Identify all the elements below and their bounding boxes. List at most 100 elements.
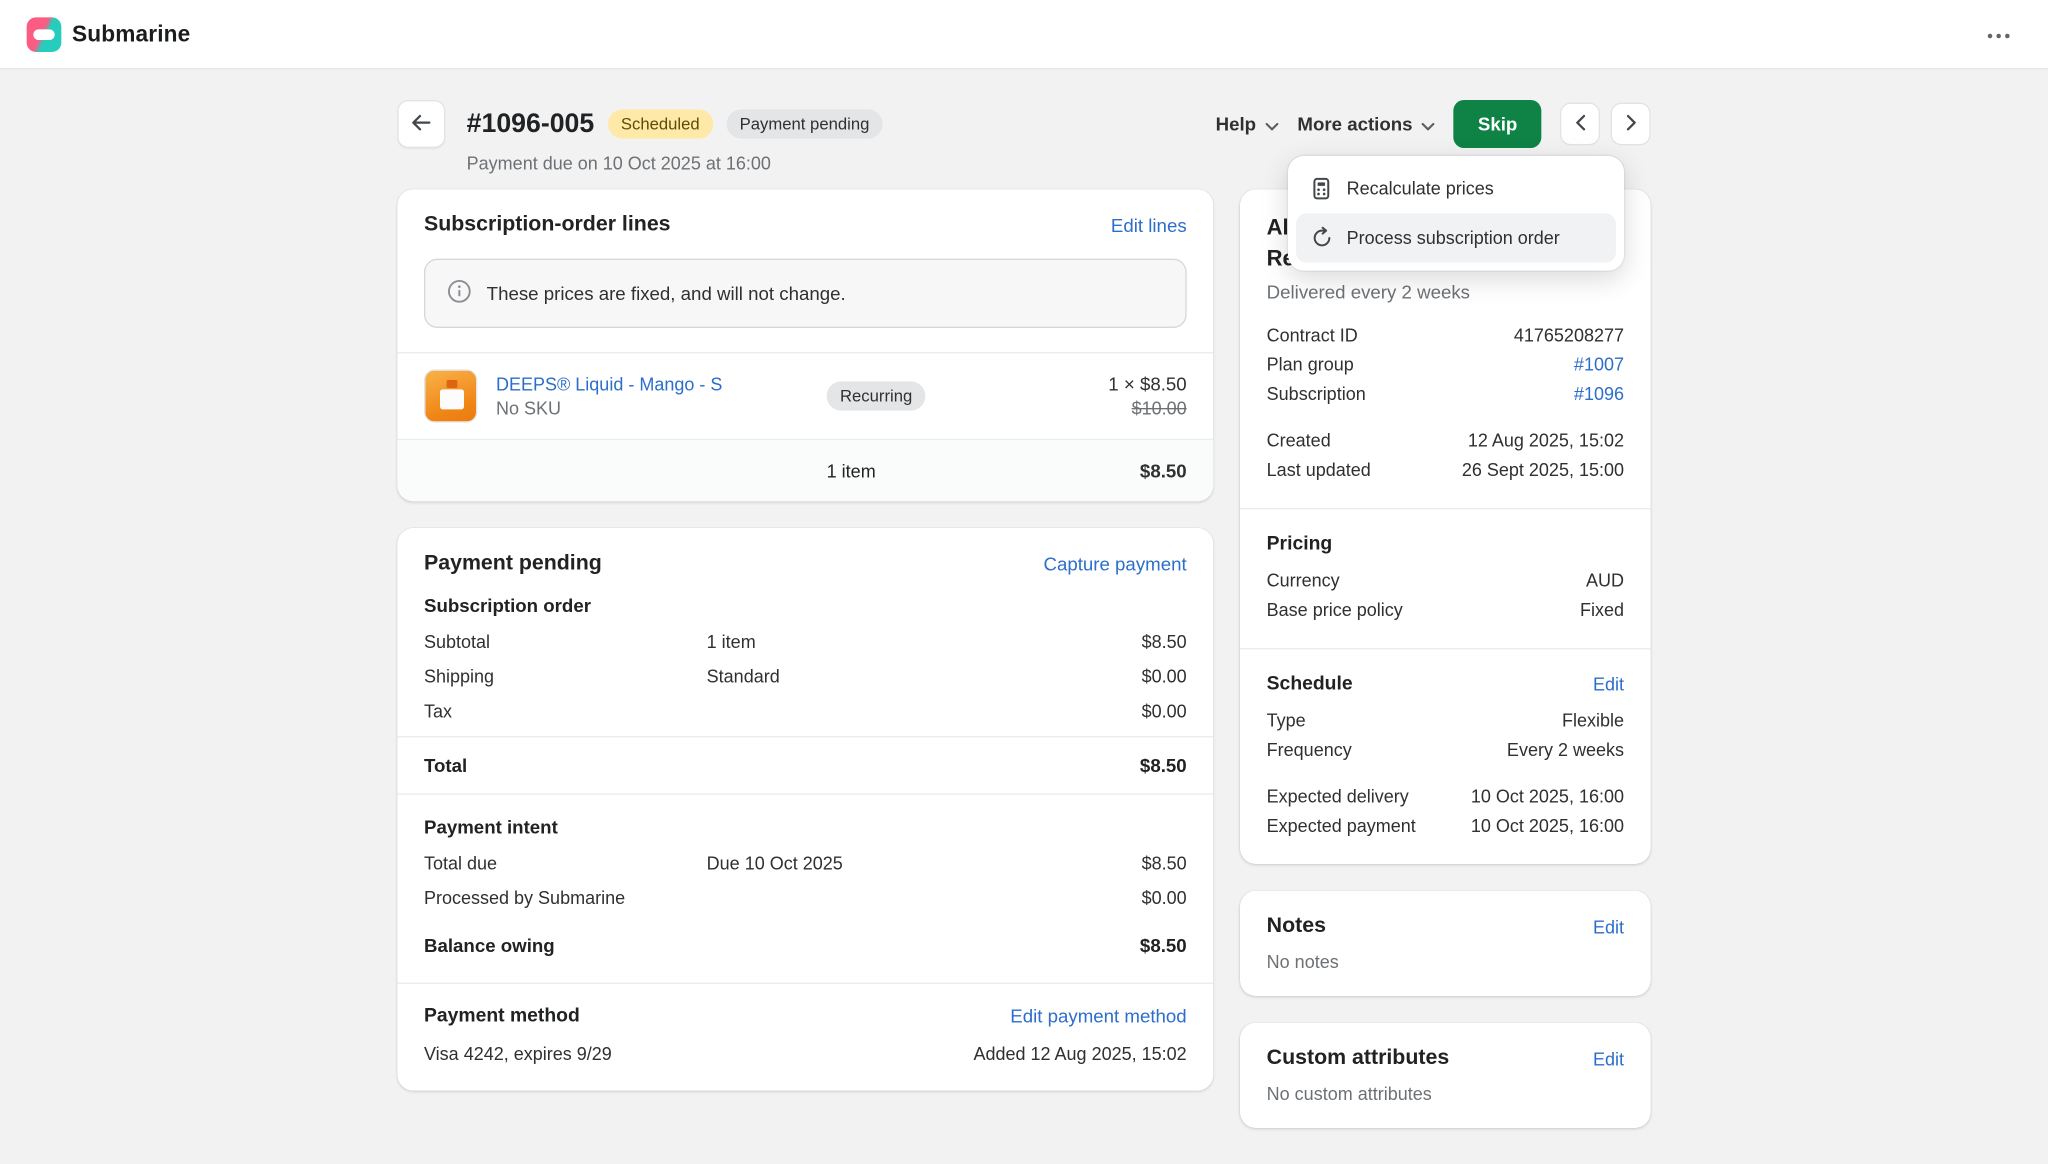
menu-item-process-subscription-order[interactable]: Process subscription order [1296, 213, 1616, 262]
total-label: Total [424, 755, 467, 776]
balance-owing-row: Balance owing $8.50 [397, 935, 1213, 956]
summary-row-subtotal: Subtotal 1 item $8.50 [397, 629, 1213, 654]
recurring-badge: Recurring [827, 381, 926, 410]
sidebar-column: Al Re Delivered every 2 weeks Contract I… [1240, 189, 1651, 1128]
brand-name: Submarine [72, 21, 190, 48]
arrow-left-icon [411, 113, 432, 136]
line-item: DEEPS® Liquid - Mango - S No SKU Recurri… [397, 352, 1213, 439]
payment-intent-heading: Payment intent [424, 816, 1187, 837]
product-info: DEEPS® Liquid - Mango - S No SKU [496, 373, 827, 418]
payment-method-card: Visa 4242, expires 9/29 [424, 1044, 612, 1064]
more-actions-button-label: More actions [1297, 113, 1412, 134]
brand: Submarine [27, 17, 191, 52]
page-title: #1096-005 [467, 109, 595, 140]
topbar: Submarine [0, 0, 2048, 69]
next-order-button[interactable] [1611, 103, 1651, 146]
summary-total: $8.50 [1027, 460, 1187, 481]
custom-attributes-title: Custom attributes [1267, 1047, 1450, 1071]
app-viewport: Submarine #1096-005 Scheduled Payment pe… [0, 0, 2048, 1164]
notes-empty-text: No notes [1267, 952, 1624, 972]
help-button[interactable]: Help [1216, 113, 1279, 134]
balance-amount: $8.50 [1140, 935, 1187, 956]
page-content: #1096-005 Scheduled Payment pending Paym… [397, 100, 1650, 1128]
submarine-logo-icon [27, 17, 62, 52]
line-price-column: 1 × $8.50 $10.00 [1027, 373, 1187, 418]
line-original-price: $10.00 [1027, 399, 1187, 419]
row-value: 10 Oct 2025, 16:00 [1471, 813, 1624, 840]
order-lines-summary: 1 item $8.50 [397, 439, 1213, 502]
main-column: Subscription-order lines Edit lines Thes… [397, 189, 1213, 1090]
payment-method-added: Added 12 Aug 2025, 15:02 [973, 1044, 1186, 1064]
timestamp-row-last-updated: Last updated 26 Sept 2025, 15:00 [1267, 457, 1624, 484]
menu-item-label: Process subscription order [1347, 228, 1560, 248]
custom-attributes-empty-text: No custom attributes [1267, 1084, 1624, 1104]
order-pagination [1560, 103, 1651, 146]
payment-card: Payment pending Capture payment Subscrip… [397, 528, 1213, 1091]
content-columns: Subscription-order lines Edit lines Thes… [397, 189, 1650, 1128]
previous-order-button[interactable] [1560, 103, 1600, 146]
skip-button[interactable]: Skip [1454, 100, 1541, 148]
edit-notes-link[interactable]: Edit [1593, 917, 1624, 937]
row-detail [707, 699, 1142, 724]
row-label: Subscription [1267, 381, 1366, 408]
row-label: Processed by Submarine [424, 885, 707, 910]
summary-row-shipping: Shipping Standard $0.00 [397, 664, 1213, 689]
subscription-order-heading: Subscription order [424, 595, 1187, 616]
payment-method-section: Payment method Edit payment method Visa … [397, 983, 1213, 1091]
row-detail: Due 10 Oct 2025 [707, 851, 1142, 876]
row-value: Fixed [1580, 597, 1624, 624]
pricing-row-currency: Currency AUD [1267, 568, 1624, 595]
card-title: Payment pending [424, 552, 602, 576]
row-label: Created [1267, 428, 1331, 455]
subscription-link[interactable]: #1096 [1574, 381, 1624, 408]
row-value: AUD [1586, 568, 1624, 595]
status-badge-payment-pending: Payment pending [726, 109, 882, 138]
edit-lines-link[interactable]: Edit lines [1111, 215, 1187, 236]
fixed-prices-banner: These prices are fixed, and will not cha… [424, 259, 1187, 328]
product-title-link[interactable]: DEEPS® Liquid - Mango - S [496, 375, 722, 395]
edit-payment-method-link[interactable]: Edit payment method [1010, 1005, 1186, 1026]
ref-row-contract-id: Contract ID 41765208277 [1267, 323, 1624, 350]
schedule-row-type: Type Flexible [1267, 708, 1624, 735]
edit-schedule-link[interactable]: Edit [1593, 674, 1624, 694]
row-amount: $0.00 [1142, 664, 1187, 689]
more-actions-button[interactable]: More actions [1297, 113, 1435, 134]
menu-item-recalculate-prices[interactable]: Recalculate prices [1296, 164, 1616, 213]
row-label: Expected delivery [1267, 784, 1409, 811]
overflow-menu-button[interactable] [1976, 16, 2021, 52]
row-label: Tax [424, 699, 707, 724]
banner-text: These prices are fixed, and will not cha… [487, 283, 846, 304]
chevron-left-icon [1575, 114, 1584, 134]
row-label: Subtotal [424, 629, 707, 654]
row-detail: 1 item [707, 629, 1142, 654]
row-value: Flexible [1562, 708, 1624, 735]
total-amount: $8.50 [1140, 755, 1187, 776]
notes-title: Notes [1267, 915, 1326, 939]
row-label: Last updated [1267, 457, 1371, 484]
row-value: Every 2 weeks [1507, 737, 1624, 764]
ellipsis-icon [1987, 24, 2011, 44]
product-thumbnail [424, 369, 477, 422]
page-subtitle: Payment due on 10 Oct 2025 at 16:00 [467, 153, 883, 173]
summary-row-tax: Tax $0.00 [397, 699, 1213, 724]
row-value: 12 Aug 2025, 15:02 [1468, 428, 1624, 455]
schedule-row-expected-delivery: Expected delivery 10 Oct 2025, 16:00 [1267, 784, 1624, 811]
row-value: 26 Sept 2025, 15:00 [1462, 457, 1624, 484]
schedule-heading: Schedule [1267, 673, 1353, 694]
subscription-summary-card: Al Re Delivered every 2 weeks Contract I… [1240, 189, 1651, 864]
schedule-section: Schedule Edit Type Flexible Frequency Ev… [1240, 648, 1651, 864]
row-amount: $0.00 [1142, 699, 1187, 724]
plan-group-link[interactable]: #1007 [1574, 352, 1624, 379]
row-label: Type [1267, 708, 1306, 735]
row-amount: $0.00 [1142, 885, 1187, 910]
back-button[interactable] [397, 100, 445, 148]
payment-method-heading: Payment method [424, 1005, 580, 1026]
product-sku: No SKU [496, 399, 827, 419]
ref-row-subscription: Subscription #1096 [1267, 381, 1624, 408]
header-actions: Help More actions Skip [1216, 100, 1651, 148]
chevron-down-icon [1422, 113, 1435, 134]
pricing-section: Pricing Currency AUD Base price policy F… [1240, 508, 1651, 648]
calculator-icon [1309, 177, 1333, 200]
capture-payment-link[interactable]: Capture payment [1043, 553, 1186, 574]
edit-custom-attributes-link[interactable]: Edit [1593, 1049, 1624, 1069]
